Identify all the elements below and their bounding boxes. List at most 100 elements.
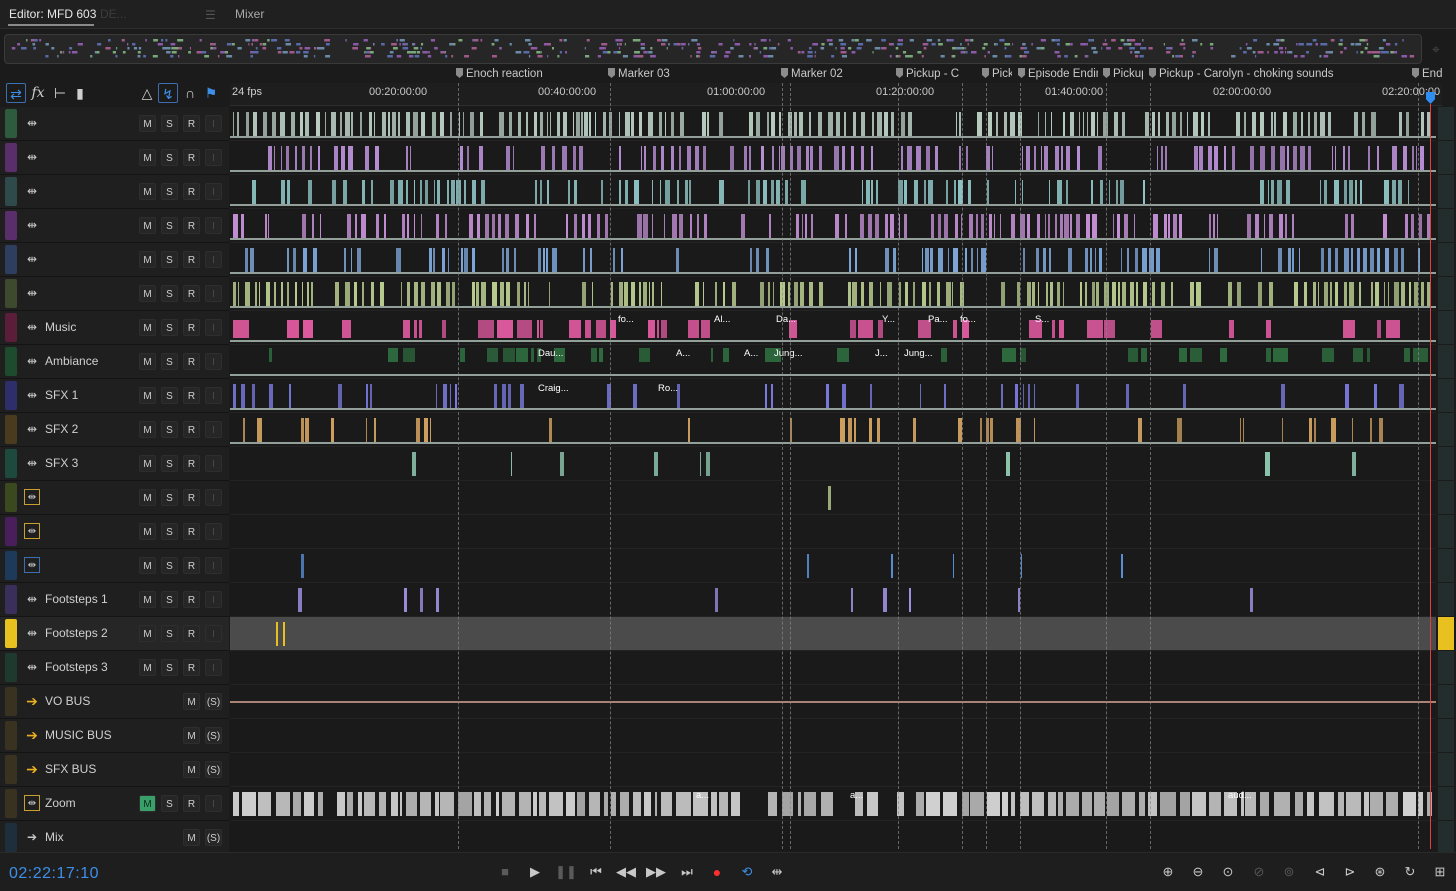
audio-clip[interactable] — [534, 112, 538, 136]
solo-button[interactable]: S — [161, 387, 178, 404]
audio-clip[interactable] — [1376, 320, 1381, 338]
audio-clip[interactable] — [653, 452, 658, 476]
audio-clip[interactable] — [904, 214, 908, 238]
audio-clip[interactable] — [828, 112, 833, 136]
solo-button[interactable]: S — [161, 353, 178, 370]
mute-button[interactable]: M — [139, 319, 156, 336]
audio-clip[interactable] — [346, 792, 354, 816]
track-name[interactable]: SFX BUS — [45, 762, 96, 776]
solo-button[interactable]: S — [161, 149, 178, 166]
zoom-in-amplitude-icon[interactable]: ⊕ — [1157, 862, 1179, 882]
audio-clip[interactable] — [1307, 146, 1312, 170]
audio-clip[interactable] — [1103, 320, 1115, 338]
audio-clip[interactable] — [1014, 384, 1018, 408]
audio-clip[interactable] — [233, 792, 240, 816]
audio-clip[interactable] — [647, 112, 653, 136]
audio-clip[interactable] — [515, 214, 519, 238]
audio-clip[interactable] — [630, 282, 635, 306]
audio-clip[interactable] — [436, 214, 439, 238]
audio-clip[interactable] — [801, 180, 806, 204]
track-header[interactable]: ➔ Mix M (S) — [0, 821, 229, 855]
audio-clip[interactable] — [546, 248, 549, 272]
audio-clip[interactable] — [566, 792, 575, 816]
audio-clip[interactable] — [624, 282, 628, 306]
audio-clip[interactable] — [940, 348, 947, 362]
audio-clip[interactable] — [598, 348, 603, 362]
tab-mixer[interactable]: Mixer — [235, 7, 264, 21]
audio-clip[interactable] — [315, 112, 320, 136]
audio-clip[interactable] — [1403, 348, 1411, 362]
audio-clip[interactable] — [351, 248, 353, 272]
audio-clip[interactable] — [1343, 146, 1346, 170]
track-color-chip[interactable] — [5, 109, 17, 138]
audio-clip[interactable] — [1164, 146, 1167, 170]
audio-clip[interactable] — [793, 282, 799, 306]
audio-clip[interactable] — [1207, 112, 1211, 136]
audio-clip[interactable] — [1156, 146, 1158, 170]
audio-clip[interactable] — [886, 282, 892, 306]
volume-envelope[interactable] — [230, 204, 1436, 206]
audio-clip[interactable] — [480, 112, 484, 136]
audio-clip[interactable] — [744, 146, 748, 170]
audio-clip[interactable] — [312, 214, 315, 238]
audio-clip[interactable] — [1213, 248, 1219, 272]
audio-clip[interactable] — [563, 112, 568, 136]
audio-clip[interactable] — [1014, 180, 1017, 204]
audio-clip[interactable] — [1249, 588, 1254, 612]
audio-clip[interactable] — [923, 180, 927, 204]
audio-clip[interactable] — [909, 588, 911, 612]
audio-clip[interactable] — [1098, 146, 1103, 170]
audio-clip[interactable] — [290, 112, 295, 136]
audio-clip[interactable] — [1033, 418, 1036, 442]
audio-clip[interactable] — [562, 146, 567, 170]
audio-clip[interactable] — [1351, 248, 1354, 272]
audio-clip[interactable] — [1317, 282, 1319, 306]
audio-clip[interactable] — [286, 282, 289, 306]
audio-clip[interactable] — [1255, 214, 1260, 238]
audio-clip[interactable] — [572, 112, 575, 136]
audio-clip[interactable] — [468, 214, 473, 238]
audio-clip[interactable] — [959, 146, 961, 170]
audio-clip[interactable] — [1037, 112, 1040, 136]
audio-clip[interactable] — [804, 214, 808, 238]
audio-clip[interactable] — [764, 384, 767, 408]
audio-clip[interactable] — [787, 112, 792, 136]
audio-clip[interactable] — [265, 282, 271, 306]
track-color-chip[interactable] — [5, 551, 17, 580]
audio-clip[interactable] — [269, 348, 273, 362]
audio-clip[interactable] — [1096, 112, 1099, 136]
audio-clip[interactable] — [554, 348, 565, 362]
solo-button[interactable]: S — [161, 455, 178, 472]
audio-clip[interactable] — [584, 112, 588, 136]
solo-safe-button[interactable]: (S) — [205, 727, 222, 744]
audio-clip[interactable] — [1051, 320, 1056, 338]
audio-clip[interactable] — [1265, 452, 1271, 476]
audio-clip[interactable] — [768, 214, 771, 238]
input-monitor-button[interactable]: I — [205, 149, 222, 166]
audio-clip[interactable] — [1267, 180, 1269, 204]
audio-clip[interactable] — [1099, 180, 1103, 204]
audio-clip[interactable] — [245, 112, 250, 136]
audio-clip[interactable] — [938, 248, 944, 272]
audio-clip[interactable] — [1091, 112, 1095, 136]
audio-clip[interactable] — [1153, 214, 1159, 238]
audio-clip[interactable] — [402, 320, 410, 338]
audio-clip[interactable] — [1383, 282, 1385, 306]
input-monitor-button[interactable]: I — [205, 523, 222, 540]
audio-clip[interactable] — [1346, 792, 1361, 816]
audio-clip[interactable] — [508, 112, 512, 136]
audio-clip[interactable] — [1062, 282, 1064, 306]
track-lane[interactable] — [230, 651, 1436, 685]
input-monitor-button[interactable]: I — [205, 625, 222, 642]
record-arm-button[interactable]: R — [183, 591, 200, 608]
audio-clip[interactable] — [526, 112, 529, 136]
audio-clip[interactable] — [597, 214, 601, 238]
track-lane[interactable] — [230, 549, 1436, 583]
audio-clip[interactable] — [1368, 146, 1370, 170]
audio-clip[interactable] — [313, 248, 317, 272]
audio-clip[interactable] — [1019, 348, 1027, 362]
audio-clip[interactable] — [579, 146, 583, 170]
track-color-chip[interactable] — [5, 823, 17, 852]
solo-button[interactable]: S — [161, 115, 178, 132]
track-lane[interactable] — [230, 107, 1436, 141]
